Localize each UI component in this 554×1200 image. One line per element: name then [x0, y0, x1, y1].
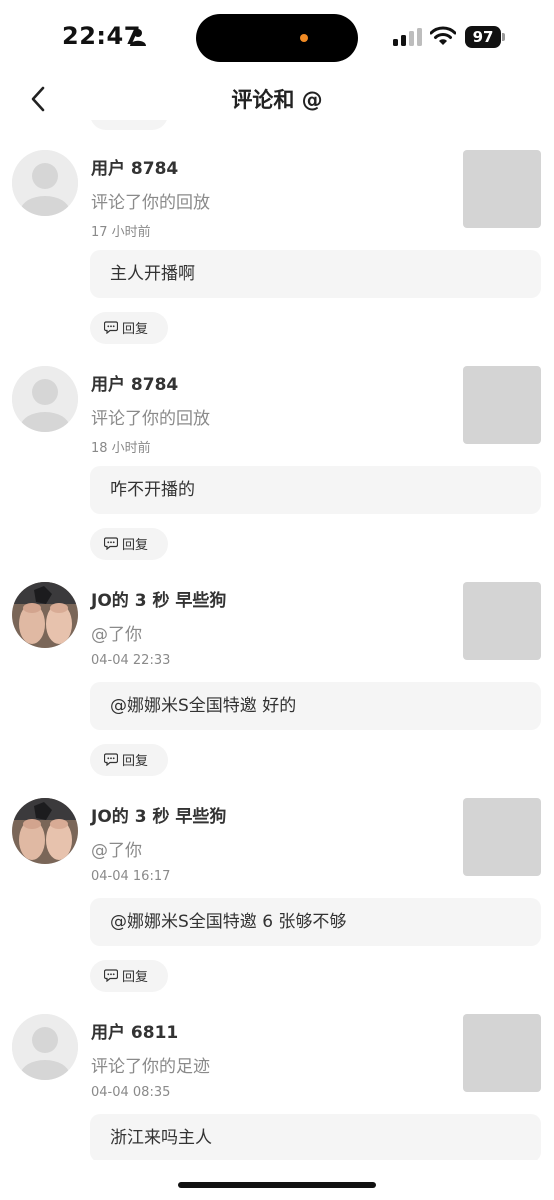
- status-bar: 22:47 97: [0, 0, 554, 76]
- reply-label: 回复: [122, 322, 149, 337]
- content-thumbnail[interactable]: [463, 798, 541, 876]
- user-name[interactable]: JO的 3 秒 早些狗: [91, 802, 226, 827]
- list-item: 用户 8784 评论了你的回放 17 小时前 主人开播啊 回复: [0, 120, 554, 344]
- photo-avatar-icon: [12, 798, 78, 864]
- action-text: 评论了你的回放: [91, 193, 210, 213]
- action-text: @了你: [91, 625, 142, 645]
- comment-bubble[interactable]: @娜娜米S全国特邀 6 张够不够: [90, 898, 541, 946]
- action-text: 评论了你的回放: [91, 409, 210, 429]
- comment-bubble[interactable]: 主人开播啊: [90, 250, 541, 298]
- reply-label: 回复: [122, 538, 149, 553]
- content-thumbnail[interactable]: [463, 150, 541, 228]
- comment-icon: [104, 753, 118, 766]
- comment-bubble[interactable]: @娜娜米S全国特邀 好的: [90, 682, 541, 730]
- recording-indicator-icon: [300, 34, 308, 42]
- user-name[interactable]: 用户 6811: [91, 1018, 178, 1043]
- avatar[interactable]: [12, 366, 78, 432]
- person-icon: [130, 29, 146, 46]
- battery-indicator: 97: [465, 26, 505, 48]
- default-avatar-icon: [12, 366, 78, 432]
- content-thumbnail[interactable]: [463, 366, 541, 444]
- cellular-signal-icon: [393, 28, 422, 46]
- user-name[interactable]: 用户 8784: [91, 154, 178, 179]
- timestamp: 04-04 08:35: [91, 1085, 171, 1100]
- nav-bar: 评论和 @: [0, 76, 554, 120]
- comment-icon: [104, 321, 118, 334]
- home-indicator[interactable]: [178, 1182, 376, 1188]
- avatar[interactable]: [12, 798, 78, 864]
- timestamp: 18 小时前: [91, 441, 151, 456]
- wifi-icon: [430, 26, 456, 45]
- timestamp: 17 小时前: [91, 225, 151, 240]
- dynamic-island: [196, 14, 358, 62]
- photo-avatar-icon: [12, 582, 78, 648]
- user-name[interactable]: JO的 3 秒 早些狗: [91, 586, 226, 611]
- avatar[interactable]: [12, 1014, 78, 1080]
- comment-icon: [104, 969, 118, 982]
- list-item: JO的 3 秒 早些狗 @了你 04-04 22:33 @娜娜米S全国特邀 好的…: [0, 552, 554, 776]
- comment-bubble[interactable]: 咋不开播的: [90, 466, 541, 514]
- battery-level: 97: [465, 26, 501, 48]
- avatar[interactable]: [12, 582, 78, 648]
- battery-cap: [502, 33, 505, 41]
- timestamp: 04-04 22:33: [91, 653, 171, 668]
- notification-list[interactable]: 用户 8784 评论了你的回放 17 小时前 主人开播啊 回复 用户 8784 …: [0, 120, 554, 1160]
- reply-label: 回复: [122, 754, 149, 769]
- comment-icon: [104, 537, 118, 550]
- list-item: 用户 8784 评论了你的回放 18 小时前 咋不开播的 回复: [0, 336, 554, 560]
- list-item: JO的 3 秒 早些狗 @了你 04-04 16:17 @娜娜米S全国特邀 6 …: [0, 768, 554, 992]
- user-name[interactable]: 用户 8784: [91, 370, 178, 395]
- timestamp: 04-04 16:17: [91, 869, 171, 884]
- page-title: 评论和 @: [231, 88, 323, 112]
- action-text: 评论了你的足迹: [91, 1057, 210, 1077]
- default-avatar-icon: [12, 1014, 78, 1080]
- default-avatar-icon: [12, 150, 78, 216]
- avatar[interactable]: [12, 150, 78, 216]
- content-thumbnail[interactable]: [463, 1014, 541, 1092]
- reply-label: 回复: [122, 970, 149, 985]
- list-item: 用户 6811 评论了你的足迹 04-04 08:35 浙江来吗主人 回复: [0, 984, 554, 1160]
- action-text: @了你: [91, 841, 142, 861]
- comment-bubble[interactable]: 浙江来吗主人: [90, 1114, 541, 1160]
- content-thumbnail[interactable]: [463, 582, 541, 660]
